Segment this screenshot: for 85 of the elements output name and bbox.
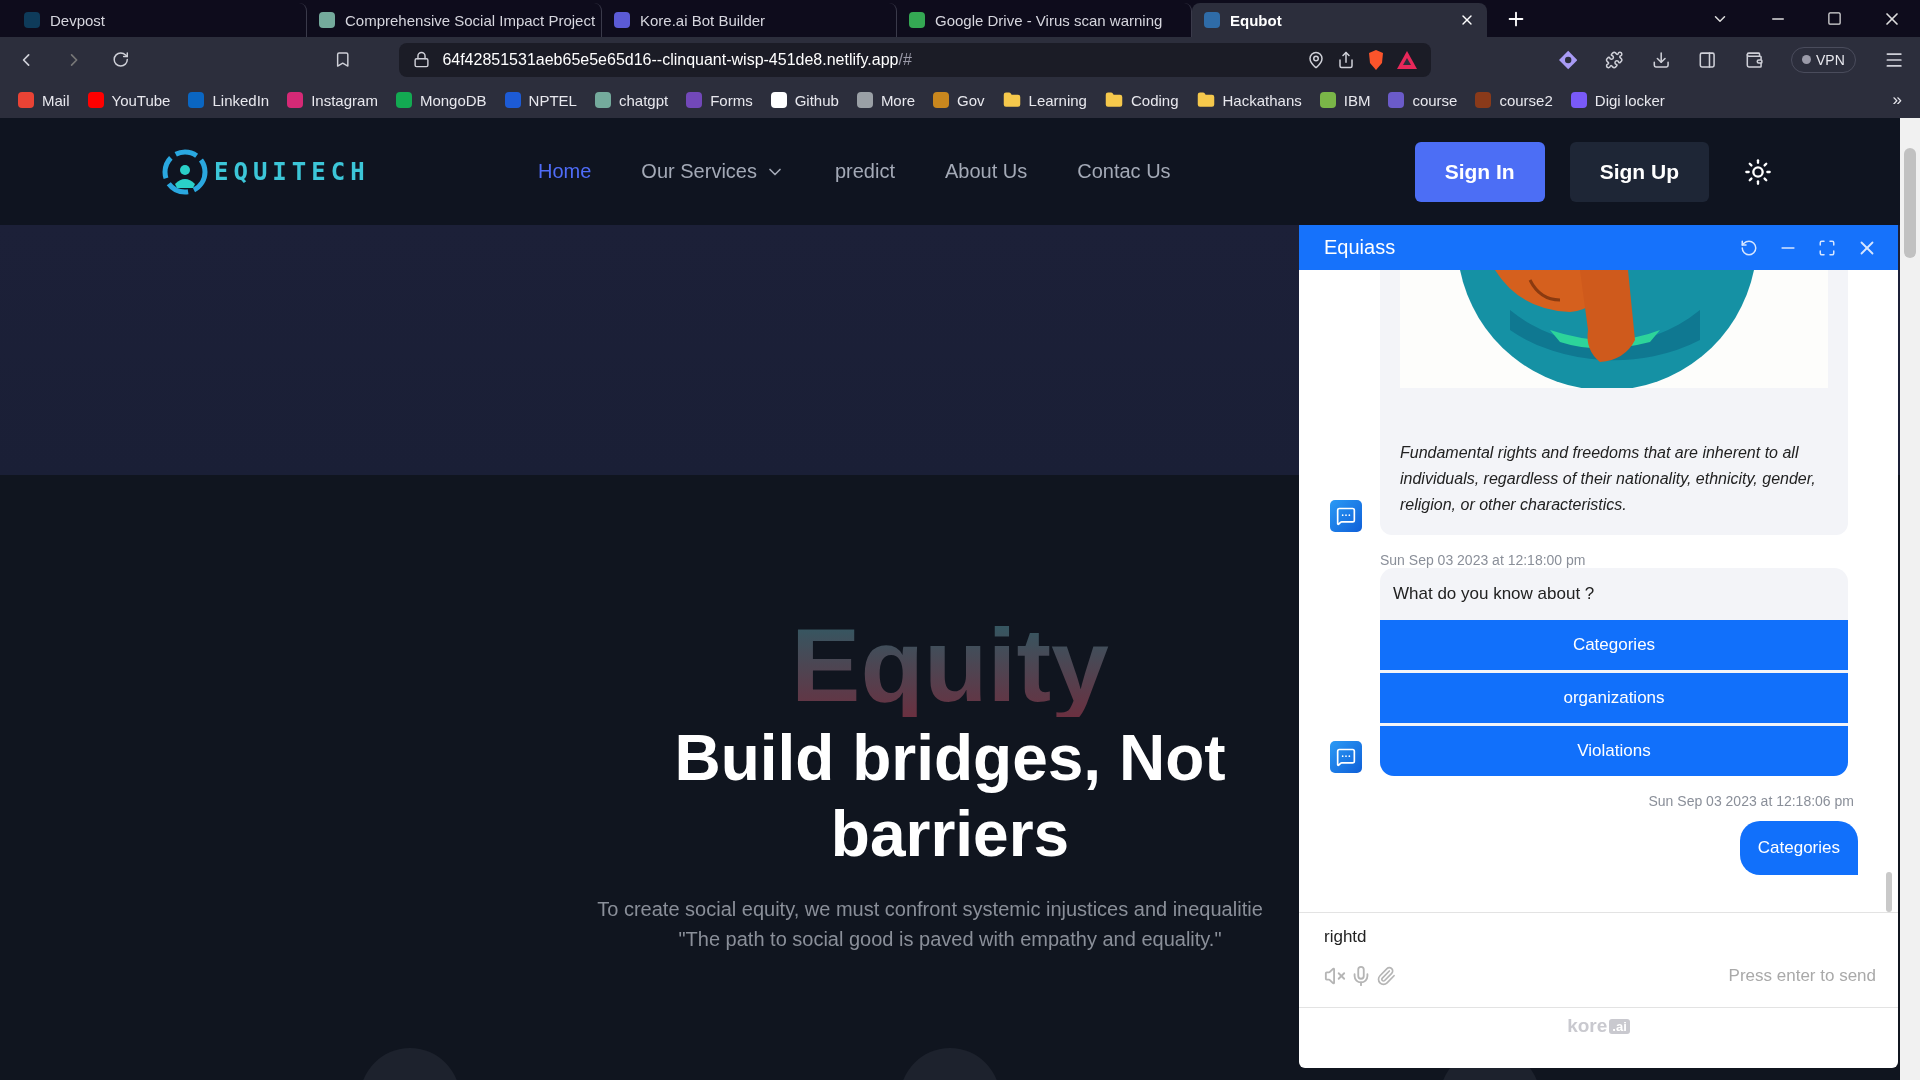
theme-toggle-icon[interactable] (1744, 157, 1772, 186)
hero-subtext: "The path to social good is paved with empathy and equality." (677, 927, 1223, 952)
user-message: Categories (1739, 821, 1858, 875)
bot-avatar-icon (1330, 741, 1362, 773)
bookmark-link[interactable]: IBM (1319, 91, 1371, 109)
bookmark-link[interactable]: Gov (933, 91, 985, 109)
site-icon (770, 92, 787, 108)
download-icon[interactable] (1651, 49, 1671, 70)
scrollbar[interactable] (1900, 118, 1920, 1080)
bookmark-link[interactable]: MongoDB (395, 91, 487, 109)
bot-avatar-icon (1330, 500, 1362, 532)
bookmark-link[interactable]: Learning (1002, 91, 1087, 109)
bookmark-link[interactable]: course2 (1475, 91, 1553, 109)
refresh-icon[interactable] (1740, 238, 1758, 257)
site-icon (1570, 92, 1587, 108)
tab-favicon-icon (319, 12, 335, 28)
bookmark-link[interactable]: Hackathans (1196, 91, 1302, 109)
nav-link[interactable]: Contac Us (1077, 160, 1171, 183)
option-button[interactable]: organizations (1380, 673, 1848, 723)
option-button[interactable]: Categories (1380, 620, 1848, 670)
nav-link[interactable]: About Us (945, 160, 1028, 183)
site-icon (18, 92, 34, 108)
chat-title: Equiass (1324, 236, 1397, 259)
chat-scrollbar[interactable] (1886, 872, 1892, 912)
site-icon (856, 92, 873, 108)
bookmark-link[interactable]: More (856, 91, 916, 109)
sign-up-button[interactable]: Sign Up (1569, 141, 1709, 202)
sign-in-button[interactable]: Sign In (1414, 141, 1545, 202)
browser-tab[interactable]: Equbot (1192, 3, 1487, 37)
expand-icon[interactable] (1818, 238, 1836, 257)
site-icon (1388, 92, 1405, 108)
folder-icon (1002, 91, 1021, 109)
bookmark-link[interactable]: Digi locker (1570, 91, 1665, 109)
bookmark-link[interactable]: Mail (18, 91, 70, 109)
shield-icon[interactable] (1367, 49, 1386, 70)
tab-favicon-icon (614, 12, 630, 28)
message-text: Fundamental rights and freedoms that are inherent to all individuals, regardless of their nationality, ethnicity, gender, religion, or other characteristics. (1400, 443, 1817, 515)
site-icon (504, 92, 521, 108)
message-text: What do you know about ? (1392, 583, 1596, 605)
reload-icon[interactable] (112, 50, 130, 69)
message-input[interactable]: rightd (1324, 923, 1876, 951)
message-timestamp: Sun Sep 03 2023 at 12:18:06 pm (1648, 793, 1855, 809)
site-icon (1475, 92, 1492, 108)
bookmark-link[interactable]: course (1388, 91, 1458, 109)
extensions-icon[interactable] (1605, 49, 1624, 70)
nav-link[interactable]: predict (834, 160, 895, 183)
bookmark-link[interactable]: NPTEL (504, 91, 577, 109)
address-bar[interactable]: 64f42851531aeb65e5e65d16--clinquant-wisp-451de8.netlify.app/# (399, 42, 1432, 77)
bookmark-link[interactable]: LinkedIn (188, 91, 270, 109)
bookmark-link[interactable]: YouTube (87, 91, 171, 109)
bookmark-link[interactable]: Instagram (287, 91, 378, 109)
more-bookmarks[interactable]: » (1892, 90, 1902, 110)
site-icon (686, 92, 703, 108)
tab-favicon-icon (909, 12, 925, 28)
send-hint: Press enter to send (1728, 966, 1876, 986)
site-icon (188, 92, 205, 108)
nav-link[interactable]: Home (538, 160, 592, 183)
bookmark-link[interactable]: Github (770, 91, 839, 109)
message-timestamp: Sun Sep 03 2023 at 12:18:00 pm (1380, 552, 1586, 568)
triangle-icon[interactable] (1397, 50, 1418, 69)
nav-link[interactable]: Our Services (641, 160, 785, 183)
site-icon (395, 92, 412, 108)
location-icon[interactable] (1307, 50, 1326, 69)
logo-text[interactable]: EQUITECH (214, 157, 370, 186)
diamond-icon[interactable] (1559, 49, 1578, 70)
bookmark-link[interactable]: chatgpt (594, 91, 669, 109)
bookmark-link[interactable]: Forms (686, 91, 753, 109)
folder-icon (1196, 91, 1215, 109)
tab-favicon-icon (1204, 12, 1220, 28)
wallet-icon[interactable] (1744, 49, 1763, 70)
site-icon (594, 92, 611, 108)
option-button[interactable]: Violations (1380, 726, 1848, 776)
lock-icon (413, 51, 431, 68)
maximize-icon[interactable] (1827, 11, 1842, 26)
site-icon (1319, 92, 1336, 108)
share-icon[interactable] (1337, 50, 1356, 69)
tab-favicon-icon (24, 12, 40, 28)
site-icon (287, 92, 304, 108)
bookmark-link[interactable]: Coding (1104, 91, 1179, 109)
site-icon (87, 92, 104, 108)
hero-headline: Build bridges, Not barriers (673, 721, 1227, 872)
folder-icon (1104, 91, 1123, 109)
site-icon (933, 92, 950, 108)
hero-subtext: To create social equity, we must confront systemic injustices and inequalitie (597, 897, 1264, 922)
sidebar-icon[interactable] (1698, 49, 1717, 70)
